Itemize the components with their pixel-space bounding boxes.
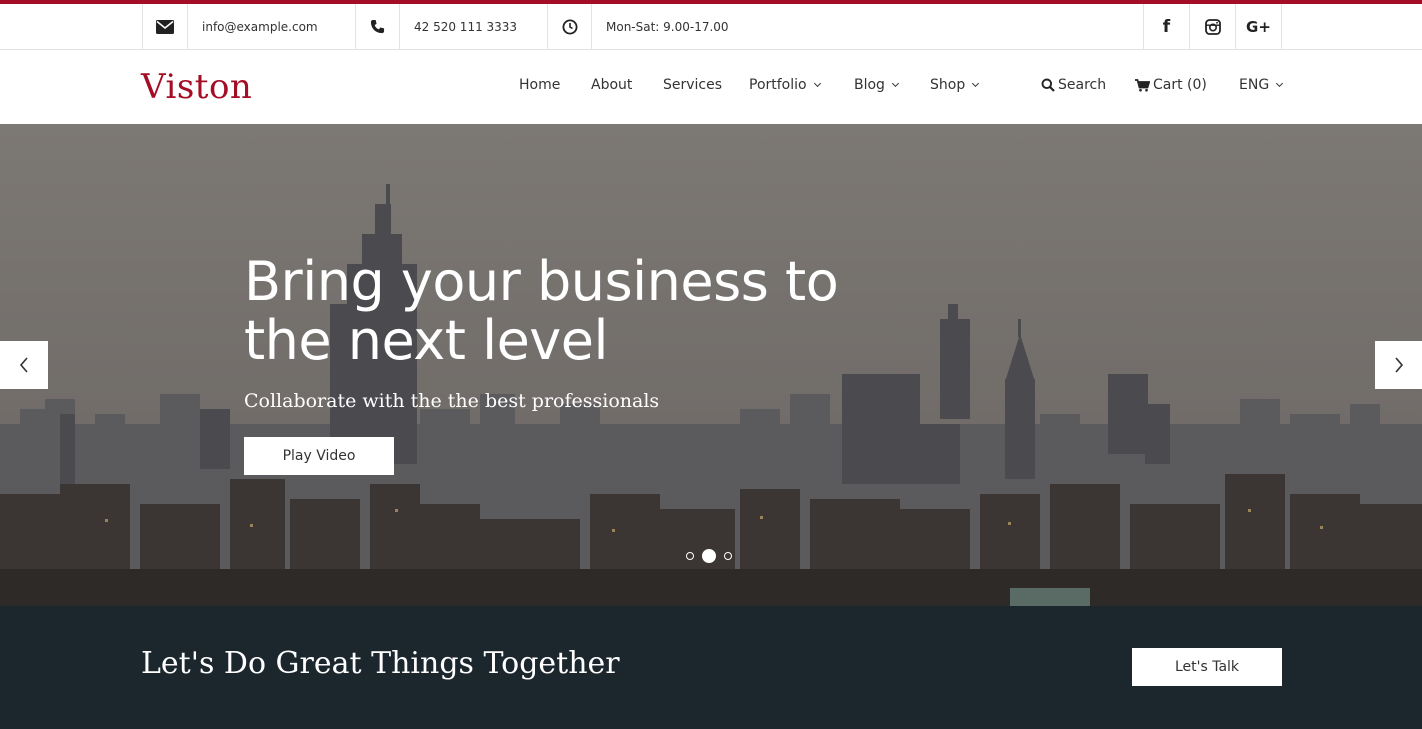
chevron-down-icon [1276,79,1284,88]
hero-slider: Bring your business to the next level Co… [0,124,1422,606]
slider-prev-button[interactable] [0,341,48,389]
nav-portfolio-label: Portfolio [749,77,807,93]
cta-title: Let's Do Great Things Together [141,646,620,681]
google-plus-icon[interactable]: G+ [1235,4,1282,49]
site-logo[interactable]: Viston [141,67,252,107]
nav-portfolio[interactable]: Portfolio [749,77,821,93]
nav-about[interactable]: About [591,77,632,93]
cta-banner: Let's Do Great Things Together Let's Tal… [0,606,1422,729]
cart-label: Cart (0) [1153,77,1207,93]
cart-icon [1135,78,1150,91]
play-video-button[interactable]: Play Video [244,437,394,475]
lets-talk-button[interactable]: Let's Talk [1132,648,1282,686]
slider-dot-active[interactable] [702,549,716,563]
nav-services[interactable]: Services [663,77,722,93]
nav-home-label: Home [519,77,561,93]
chevron-down-icon [891,79,899,88]
facebook-icon[interactable]: f [1143,4,1189,49]
nav-shop-label: Shop [930,77,966,93]
contact-phone[interactable]: 42 520 111 3333 [399,4,547,49]
top-info-bar: info@example.com 42 520 111 3333 Mon-Sat… [0,4,1422,50]
nav-blog-label: Blog [854,77,885,93]
contact-email[interactable]: info@example.com [187,4,355,49]
envelope-icon [142,4,187,49]
hero-subtitle: Collaborate with the the best profession… [244,390,660,412]
main-navbar: Viston Home About Services Portfolio Blo… [0,50,1422,124]
chevron-down-icon [972,79,980,88]
language-label: ENG [1239,77,1270,93]
clock-icon [547,4,591,49]
slider-pagination [686,549,732,563]
business-hours: Mon-Sat: 9.00-17.00 [591,4,1143,49]
nav-shop[interactable]: Shop [930,77,980,93]
nav-services-label: Services [663,77,723,93]
instagram-icon[interactable] [1189,4,1235,49]
phone-icon [355,4,399,49]
chevron-right-icon [1395,357,1404,373]
search-icon [1041,78,1055,92]
search-label: Search [1058,77,1107,93]
slider-next-button[interactable] [1375,341,1422,389]
slider-dot[interactable] [724,552,732,560]
language-selector[interactable]: ENG [1239,77,1284,93]
nav-home[interactable]: Home [519,77,560,93]
nav-blog[interactable]: Blog [854,77,899,93]
hero-title: Bring your business to the next level [244,250,839,372]
slider-dot[interactable] [686,552,694,560]
chevron-down-icon [813,79,821,88]
nav-about-label: About [591,77,633,93]
search-button[interactable]: Search [1041,77,1106,93]
google-plus-label: G+ [1246,17,1271,36]
chevron-left-icon [19,357,28,373]
cart-button[interactable]: Cart (0) [1135,77,1207,93]
facebook-label: f [1162,16,1171,37]
